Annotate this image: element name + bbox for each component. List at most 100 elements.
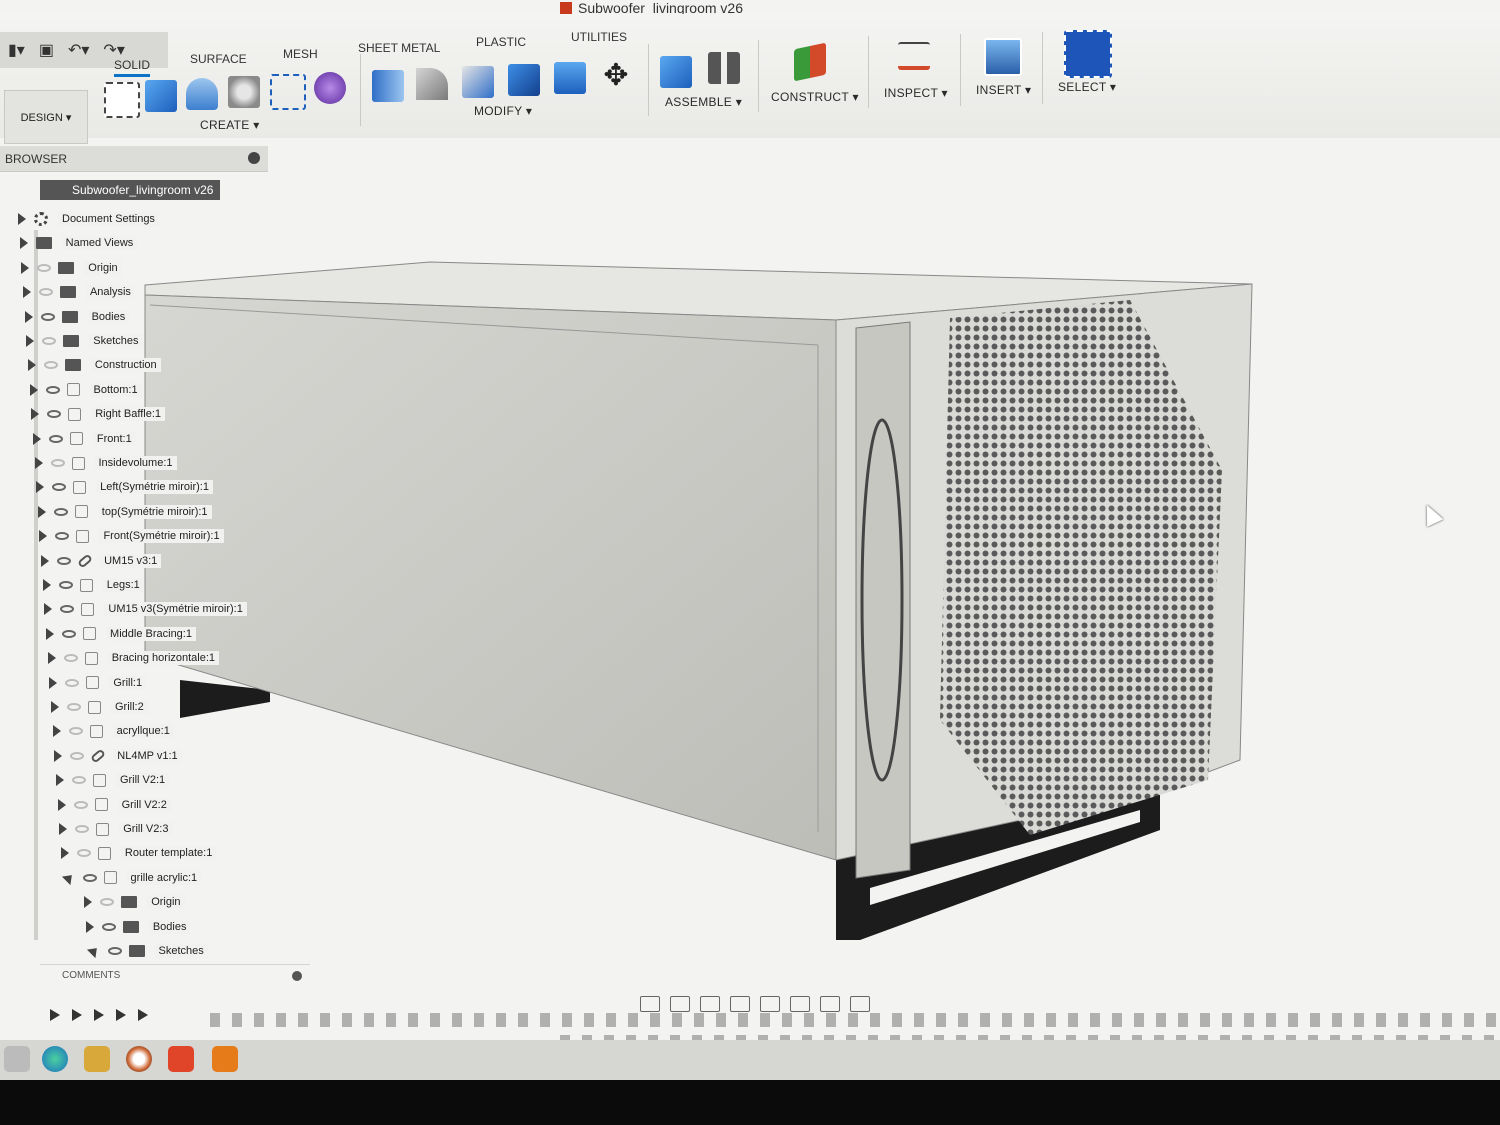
expand-toggle-icon[interactable] xyxy=(61,870,76,885)
expand-toggle-icon[interactable] xyxy=(44,603,53,616)
visibility-eye-icon[interactable] xyxy=(73,800,88,809)
expand-toggle-icon[interactable] xyxy=(84,896,93,909)
expand-toggle-icon[interactable] xyxy=(18,213,26,225)
tree-item[interactable]: Sketches xyxy=(26,331,143,351)
tree-item[interactable]: Bottom:1 xyxy=(29,380,142,400)
tree-item[interactable]: Bracing horizontale:1 xyxy=(47,648,220,668)
add-comment-icon[interactable] xyxy=(292,971,302,981)
play-icon[interactable] xyxy=(94,1009,104,1021)
visibility-eye-icon[interactable] xyxy=(53,507,68,516)
visibility-eye-icon[interactable] xyxy=(52,483,67,492)
tree-item[interactable]: NL4MP v1:1 xyxy=(54,746,182,766)
task-view-icon[interactable] xyxy=(4,1046,30,1072)
expand-toggle-icon[interactable] xyxy=(32,432,41,445)
expand-toggle-icon[interactable] xyxy=(54,749,63,762)
expand-toggle-icon[interactable] xyxy=(21,261,30,274)
visibility-eye-icon[interactable] xyxy=(48,434,63,443)
visibility-eye-icon[interactable] xyxy=(107,947,122,955)
tree-item[interactable]: Grill V2:1 xyxy=(55,770,170,790)
tree-item[interactable]: Named Views xyxy=(19,233,138,253)
tree-item[interactable]: Origin xyxy=(21,258,122,278)
timeline-features[interactable] xyxy=(210,1013,1500,1027)
visibility-eye-icon[interactable] xyxy=(45,385,60,394)
tree-item[interactable]: Construction xyxy=(27,355,161,375)
tree-item[interactable]: Bodies xyxy=(24,307,130,327)
go-to-end-icon[interactable] xyxy=(138,1009,148,1021)
expand-toggle-icon[interactable] xyxy=(55,774,64,787)
tree-item[interactable]: Grill:2 xyxy=(51,697,148,717)
expand-toggle-icon[interactable] xyxy=(51,701,59,713)
tree-item[interactable]: Legs:1 xyxy=(42,575,144,595)
tree-item[interactable]: Bodies xyxy=(85,917,191,937)
tree-item[interactable]: Right Baffle:1 xyxy=(31,404,166,424)
visibility-eye-icon[interactable] xyxy=(68,727,83,736)
tree-item[interactable]: Grill:1 xyxy=(49,673,147,693)
tree-item[interactable]: top(Symétrie miroir):1 xyxy=(37,502,212,522)
expand-toggle-icon[interactable] xyxy=(24,310,33,323)
tree-item[interactable]: UM15 v3:1 xyxy=(41,551,162,571)
expand-toggle-icon[interactable] xyxy=(52,725,61,738)
tree-item[interactable]: Sketches xyxy=(86,941,208,961)
visibility-eye-icon[interactable] xyxy=(43,361,58,370)
expand-toggle-icon[interactable] xyxy=(60,847,69,860)
tree-item[interactable]: Router template:1 xyxy=(60,843,217,863)
visibility-eye-icon[interactable] xyxy=(75,825,90,833)
edge-icon[interactable] xyxy=(42,1046,68,1072)
tree-item[interactable]: Insidevolume:1 xyxy=(34,453,177,473)
visibility-eye-icon[interactable] xyxy=(70,751,85,760)
visibility-eye-icon[interactable] xyxy=(55,532,70,541)
visibility-eye-icon[interactable] xyxy=(50,459,65,467)
step-forward-icon[interactable] xyxy=(116,1009,126,1021)
expand-toggle-icon[interactable] xyxy=(57,798,66,811)
expand-toggle-icon[interactable] xyxy=(36,481,45,494)
collapse-browser-icon[interactable] xyxy=(248,152,260,164)
tree-item[interactable]: acryllque:1 xyxy=(52,721,174,741)
expand-toggle-icon[interactable] xyxy=(85,920,94,933)
expand-toggle-icon[interactable] xyxy=(47,652,56,665)
expand-toggle-icon[interactable] xyxy=(31,408,40,421)
tree-item[interactable]: Middle Bracing:1 xyxy=(46,624,196,644)
visibility-eye-icon[interactable] xyxy=(57,556,72,565)
visibility-eye-icon[interactable] xyxy=(38,288,53,297)
expand-toggle-icon[interactable] xyxy=(49,676,58,689)
tree-item[interactable]: UM15 v3(Symétrie miroir):1 xyxy=(44,599,247,619)
visibility-eye-icon[interactable] xyxy=(40,312,55,321)
tree-item[interactable]: Grill V2:3 xyxy=(59,819,173,839)
visibility-eye-icon[interactable] xyxy=(67,703,81,711)
tree-item[interactable]: Grill V2:2 xyxy=(57,795,171,815)
visibility-eye-icon[interactable] xyxy=(63,654,78,663)
visibility-eye-icon[interactable] xyxy=(58,581,73,589)
expand-toggle-icon[interactable] xyxy=(42,579,51,591)
expand-toggle-icon[interactable] xyxy=(34,457,43,469)
fusion360-icon[interactable] xyxy=(212,1046,238,1072)
file-explorer-icon[interactable] xyxy=(84,1046,110,1072)
expand-toggle-icon[interactable] xyxy=(19,237,28,250)
brave-icon[interactable] xyxy=(168,1046,194,1072)
visibility-eye-icon[interactable] xyxy=(76,849,91,858)
visibility-eye-icon[interactable] xyxy=(62,629,77,638)
expand-toggle-icon[interactable] xyxy=(22,286,31,299)
visibility-eye-icon[interactable] xyxy=(82,873,97,882)
expand-toggle-icon[interactable] xyxy=(39,530,48,543)
visibility-eye-icon[interactable] xyxy=(42,337,57,345)
visibility-eye-icon[interactable] xyxy=(71,776,86,785)
tree-root[interactable]: Subwoofer_livingroom v26 xyxy=(40,180,220,200)
visibility-eye-icon[interactable] xyxy=(47,410,62,419)
tree-item[interactable]: Front(Symétrie miroir):1 xyxy=(39,526,224,546)
tree-item[interactable]: Front:1 xyxy=(32,429,136,449)
visibility-eye-icon[interactable] xyxy=(37,263,52,272)
browser-icon[interactable] xyxy=(126,1046,152,1072)
expand-toggle-icon[interactable] xyxy=(86,943,101,959)
go-to-start-icon[interactable] xyxy=(50,1009,60,1021)
tree-item[interactable]: Document Settings xyxy=(18,209,159,229)
expand-toggle-icon[interactable] xyxy=(46,627,55,640)
visibility-eye-icon[interactable] xyxy=(60,605,75,614)
expand-toggle-icon[interactable] xyxy=(26,335,35,347)
expand-toggle-icon[interactable] xyxy=(37,505,46,518)
expand-toggle-icon[interactable] xyxy=(27,359,36,372)
tree-item[interactable]: Left(Symétrie miroir):1 xyxy=(36,477,213,497)
expand-toggle-icon[interactable] xyxy=(29,383,38,396)
tree-item[interactable]: grille acrylic:1 xyxy=(61,868,202,888)
tree-item[interactable]: Analysis xyxy=(22,282,135,302)
expand-toggle-icon[interactable] xyxy=(59,823,68,835)
